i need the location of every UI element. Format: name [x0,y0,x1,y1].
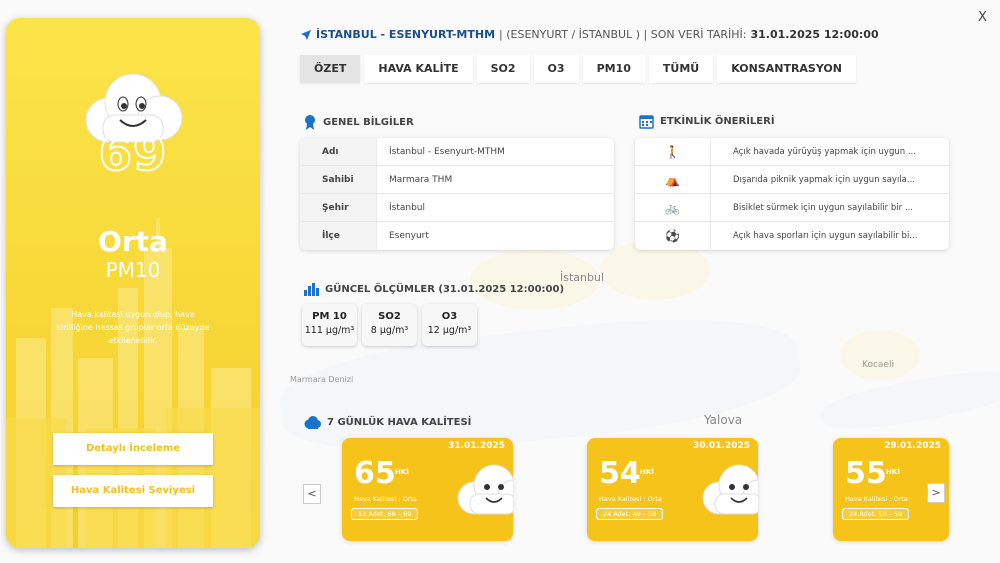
air-quality-level-button[interactable]: Hava Kalitesi Seviyesi [53,475,213,507]
location-arrow-icon [301,29,311,40]
picnic-icon: ⛺ [635,166,711,193]
smiling-cloud-icon [702,464,758,515]
tab-o3[interactable]: O3 [533,55,579,83]
air-quality-description: Hava kalitesi uygun olup, hava kirliliği… [56,310,210,345]
calendar-icon [639,115,654,129]
table-row: Sahibi Marmara THM [300,166,614,194]
activity-suggestions-title: ETKİNLİK ÖNERİLERİ [639,114,775,129]
tab-air-quality[interactable]: HAVA KALİTE [364,55,473,83]
weekly-air-quality-title: 7 GÜNLÜK HAVA KALİTESİ [303,416,471,429]
measurement-o3: O3 12 µg/m³ [422,304,477,346]
tab-concentration[interactable]: KONSANTRASYON [717,55,856,83]
bar-chart-icon [304,283,319,296]
ball-icon: ⚽ [635,222,711,250]
bicycle-icon: 🚲 [635,194,711,221]
tab-bar: ÖZET HAVA KALİTE SO2 O3 PM10 TÜMÜ KONSAN… [300,55,856,83]
previous-day-button[interactable]: < [303,484,321,504]
next-day-button[interactable]: > [927,483,945,503]
tab-so2[interactable]: SO2 [476,55,530,83]
close-button[interactable]: X [978,10,987,25]
cloud-icon [304,416,321,429]
tab-all[interactable]: TÜMÜ [648,55,714,83]
current-measurements-title: GÜNCEL ÖLÇÜMLER (31.01.2025 12:00:00) [303,282,564,296]
station-district: | (ESENYURT / İSTANBUL ) | SON VERİ TARİ… [499,28,747,41]
daily-aqi-card[interactable]: 30.01.2025 54 HKİ Hava Kalitesi : Orta 2… [587,438,758,541]
award-icon [305,115,315,130]
map-label-marmara: Marmara Denizi [290,375,354,384]
aqi-value: 69 [98,125,168,183]
daily-aqi-card[interactable]: 31.01.2025 65 HKİ Hava Kalitesi : Orta 1… [342,438,513,541]
measurement-so2: SO2 8 µg/m³ [362,304,417,346]
table-row: Adı İstanbul - Esenyurt-MTHM [300,138,614,166]
tab-summary[interactable]: ÖZET [300,55,361,83]
table-row: İlçe Esenyurt [300,222,614,250]
map-label-yalova: Yalova [704,413,743,427]
list-item: ⛺ Dışarıda piknik yapmak için uygun sayıl… [635,166,949,194]
list-item: ⚽ Açık hava sporları için uygun sayılabil… [635,222,949,250]
list-item: 🚲 Bisiklet sürmek için uygun sayılabilir … [635,194,949,222]
air-quality-level: Orta [98,225,168,258]
walking-icon: 🚶 [635,138,711,165]
aqi-summary-card: 69 Orta PM10 Hava kalitesi uygun olup, h… [6,18,260,548]
station-location: İSTANBUL - ESENYURT-MTHM [316,28,496,41]
activity-suggestions-table: 🚶 Açık havada yürüyüş yapmak için uygun .… [635,138,949,250]
general-info-table: Adı İstanbul - Esenyurt-MTHM Sahibi Marmar… [300,138,614,250]
measurement-pm10: PM 10 111 µg/m³ [302,304,357,346]
map-label-kocaeli: Kocaeli [862,360,894,370]
general-info-title: GENEL BİLGİLER [303,114,414,130]
map-label-istanbul: İstanbul [560,271,605,284]
tab-pm10[interactable]: PM10 [582,55,645,83]
dominant-pollutant: PM10 [105,258,161,282]
last-data-date: 31.01.2025 12:00:00 [750,28,879,41]
station-header: İSTANBUL - ESENYURT-MTHM | (ESENYURT / İ… [300,28,879,41]
list-item: 🚶 Açık havada yürüyüş yapmak için uygun .… [635,138,949,166]
detailed-review-button[interactable]: Detaylı İnceleme [53,433,213,465]
table-row: Şehir İstanbul [300,194,614,222]
smiling-cloud-icon [457,464,513,515]
